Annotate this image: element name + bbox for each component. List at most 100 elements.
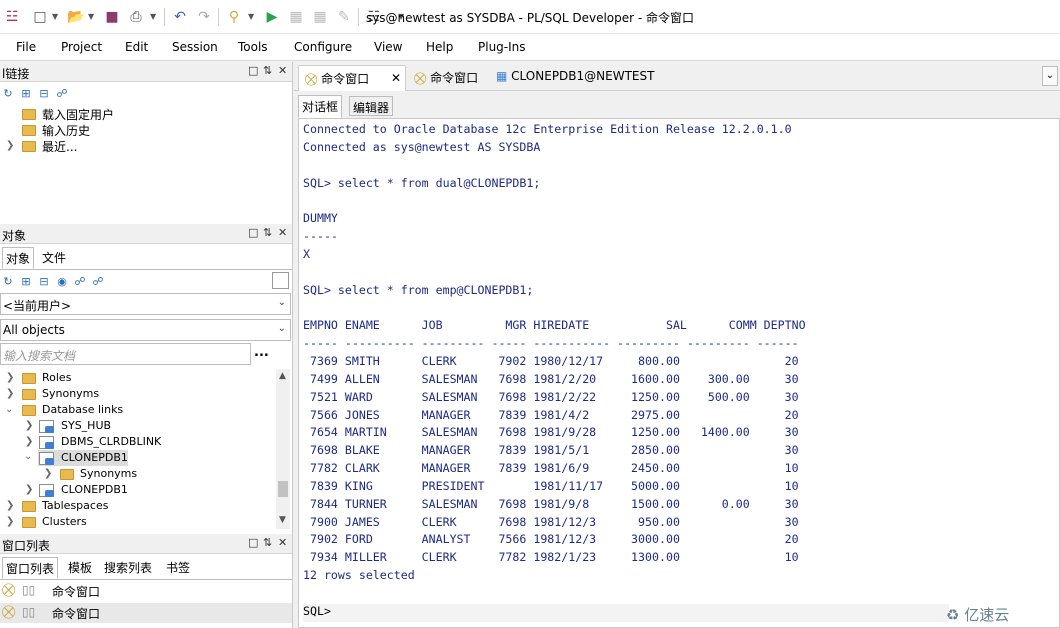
tab-clonepdb1[interactable]: ▦ CLONEPDB1@NEWTEST — [490, 65, 660, 91]
tree-item-input-history[interactable]: 输入历史 — [42, 122, 90, 139]
tree-item-clonepdb1-selected[interactable]: CLONEPDB1 — [61, 451, 128, 464]
tab-objects[interactable]: 对象 — [2, 247, 35, 269]
sql-output-line: 7934 MILLER CLERK 7782 1982/1/23 1300.00… — [303, 550, 799, 565]
expand-all-icon[interactable]: ⊞ — [20, 87, 32, 100]
menu-tools[interactable]: Tools — [238, 40, 268, 54]
sql-command-input[interactable]: SQL> — [303, 604, 949, 622]
tree-item-sys-hub[interactable]: SYS_HUB — [61, 419, 111, 432]
menu-help[interactable]: Help — [426, 40, 453, 54]
user-select[interactable]: <当前用户> ⌄ — [0, 293, 291, 315]
chevron-down-icon[interactable]: ⌄ — [5, 404, 13, 415]
tree-item-fixed-users[interactable]: 载入固定用户 — [42, 106, 114, 123]
sql-output-line: Connected to Oracle Database 12c Enterpr… — [303, 122, 792, 136]
tab-files[interactable]: 文件 — [39, 247, 69, 267]
chevron-right-icon[interactable]: ❯ — [44, 468, 52, 479]
chevron-right-icon[interactable]: ❯ — [6, 500, 14, 511]
folder-icon — [60, 469, 74, 480]
sql-output-line: 7521 WARD SALESMAN 7698 1981/2/22 1250.0… — [303, 389, 799, 404]
tab-dialog[interactable]: 对话框 — [298, 95, 343, 118]
refresh-icon[interactable]: ↻ — [2, 275, 14, 288]
search-input[interactable]: 输入搜索文档 — [0, 343, 251, 365]
menu-view[interactable]: View — [374, 40, 402, 54]
tree-item-synonyms[interactable]: Synonyms — [42, 387, 99, 400]
chevron-right-icon[interactable]: ❯ — [25, 420, 33, 431]
expand-all-icon[interactable]: ⊞ — [20, 275, 32, 288]
chevron-right-icon[interactable]: ❯ — [6, 388, 14, 399]
chevron-right-icon[interactable]: ❯ — [6, 516, 14, 527]
menu-edit[interactable]: Edit — [125, 40, 148, 54]
menu-file[interactable]: File — [16, 40, 36, 54]
sql-output-line: 7369 SMITH CLERK 7902 1980/12/17 800.00 … — [303, 353, 799, 368]
tree-item-nested-synonyms[interactable]: Synonyms — [80, 467, 137, 480]
link-icon[interactable]: ☍ — [92, 275, 104, 288]
window-list-item[interactable]: ⛒ ▯▯ 命令窗口 — [0, 603, 292, 623]
tree-item-clonepdb1[interactable]: CLONEPDB1 — [61, 483, 128, 496]
link-icon[interactable]: ☍ — [56, 87, 68, 100]
tab-window-list[interactable]: 窗口列表 — [2, 557, 59, 579]
panel-restore-icon[interactable]: □ — [248, 226, 258, 239]
panel-restore-icon[interactable]: □ — [248, 536, 258, 549]
panel-pin-icon[interactable]: ⇅ — [263, 536, 272, 549]
panel-restore-icon[interactable]: □ — [248, 64, 258, 77]
folder-icon — [22, 501, 36, 512]
binoculars-icon[interactable]: ◉ — [56, 275, 68, 288]
tree-item-dbms-clrdblink[interactable]: DBMS_CLRDBLINK — [61, 435, 161, 448]
menu-configure[interactable]: Configure — [294, 40, 352, 54]
tree-item-recent[interactable]: 最近... — [42, 138, 77, 155]
sql-output-text: Connected to Oracle Database 12c Enterpr… — [303, 121, 806, 585]
watermark-icon: ♻ — [946, 606, 960, 624]
tab-search-list[interactable]: 搜索列表 — [101, 557, 155, 577]
menu-project[interactable]: Project — [61, 40, 102, 54]
sql-output-line: 7839 KING PRESIDENT 1981/11/17 5000.00 1… — [303, 478, 799, 493]
panel-close-icon[interactable]: ✕ — [278, 226, 287, 239]
chevron-right-icon[interactable]: ❯ — [25, 484, 33, 495]
chevron-right-icon[interactable]: ❯ — [6, 372, 14, 383]
sql-output-area[interactable]: Connected to Oracle Database 12c Enterpr… — [298, 118, 1060, 628]
sql-output-line: Connected as sys@newtest AS SYSDBA — [303, 139, 541, 154]
window-list-item[interactable]: ⛒ ▯▯ 命令窗口 — [0, 581, 292, 601]
tree-item-database-links[interactable]: Database links — [42, 403, 123, 416]
panel-pin-icon[interactable]: ⇅ — [263, 64, 272, 77]
sql-output-line — [303, 157, 806, 175]
close-tab-icon[interactable]: ✕ — [391, 71, 401, 85]
panel-pin-icon[interactable]: ⇅ — [263, 226, 272, 239]
collapse-all-icon[interactable]: ⊟ — [38, 275, 50, 288]
chevron-down-icon[interactable]: ⌄ — [24, 451, 32, 462]
sql-output-line — [303, 192, 806, 210]
tab-bookmarks[interactable]: 书签 — [163, 557, 193, 577]
sql-output-line: 7900 JAMES CLERK 7698 1981/12/3 950.00 3… — [303, 514, 799, 529]
chevron-right-icon[interactable]: ❯ — [25, 436, 33, 447]
checkbox-icon[interactable] — [272, 272, 289, 289]
objects-filter-select[interactable]: All objects ⌄ — [0, 319, 291, 341]
menu-plugins[interactable]: Plug-Ins — [478, 40, 526, 54]
filter-icon[interactable]: ☍ — [74, 275, 86, 288]
tab-templates[interactable]: 模板 — [65, 557, 95, 577]
tab-command-window-active[interactable]: ⛒ 命令窗口 ✕ — [298, 65, 406, 91]
divider — [0, 269, 292, 270]
tree-item-clusters[interactable]: Clusters — [42, 515, 87, 528]
window-title: sys@newtest as SYSDBA - PL/SQL Developer… — [365, 11, 695, 25]
menu-bar: File Project Edit Session Tools Configur… — [0, 34, 1060, 61]
panel-close-icon[interactable]: ✕ — [278, 536, 287, 549]
chevron-down-icon: ⌄ — [277, 297, 286, 308]
tab-editor[interactable]: 编辑器 — [349, 96, 394, 116]
subtab-bar: 对话框 编辑器 — [294, 91, 1060, 118]
tabs-dropdown-icon[interactable]: ⌄ — [1042, 66, 1058, 86]
collapse-all-icon[interactable]: ⊟ — [38, 87, 50, 100]
tree-scrollbar[interactable]: ▲ ▼ — [276, 369, 290, 529]
scroll-down-icon[interactable]: ▼ — [279, 515, 286, 525]
sql-output-line: 7782 CLARK MANAGER 7839 1981/6/9 2450.00… — [303, 461, 799, 476]
sql-output-line: 7902 FORD ANALYST 7566 1981/12/3 3000.00… — [303, 532, 799, 547]
refresh-icon[interactable]: ↻ — [2, 87, 14, 100]
tree-item-tablespaces[interactable]: Tablespaces — [42, 499, 108, 512]
watermark-logo: ♻ 亿速云 — [946, 604, 1009, 625]
panel-close-icon[interactable]: ✕ — [278, 64, 287, 77]
search-options-button[interactable]: ... — [254, 345, 269, 360]
menu-session[interactable]: Session — [172, 40, 218, 54]
scrollbar-thumb[interactable] — [278, 481, 288, 497]
objects-toolbar: ↻ ⊞ ⊟ ◉ ☍ ☍ — [0, 272, 292, 290]
tree-item-roles[interactable]: Roles — [42, 371, 71, 384]
scroll-up-icon[interactable]: ▲ — [279, 371, 286, 381]
chevron-right-icon[interactable]: ❯ — [6, 140, 14, 151]
tab-command-window[interactable]: ⛒ 命令窗口 — [408, 65, 484, 91]
